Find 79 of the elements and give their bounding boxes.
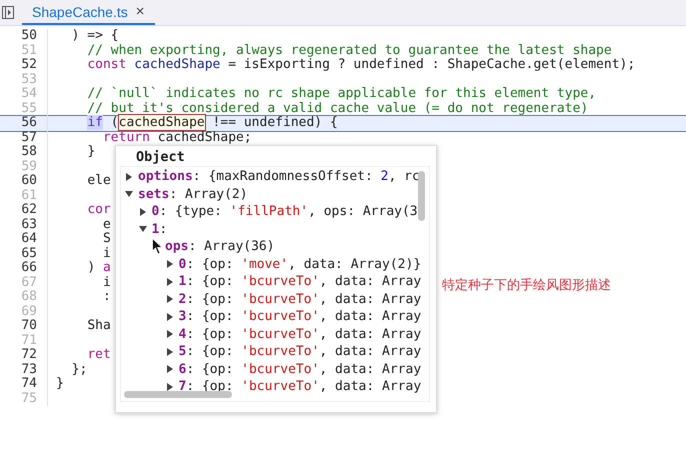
code-line: } [56, 376, 64, 391]
line-number: 52 [20, 58, 37, 72]
code-line: ret [86, 347, 111, 362]
property-entry[interactable]: 0: {op: 'move', data: Array(2)} [178, 256, 422, 272]
line-number: 53 [20, 72, 37, 87]
code-line: cor [86, 202, 111, 217]
property-entry[interactable]: sets: Array(2) [138, 186, 248, 202]
line-number: 62 [20, 203, 37, 218]
code-line: return cachedShape; [102, 130, 252, 144]
popup-title: Object [135, 148, 186, 166]
collapsed-triangle-icon[interactable] [166, 295, 174, 304]
collapsed-triangle-icon[interactable] [125, 172, 133, 181]
code-line: } [86, 144, 96, 159]
line-number: 74 [20, 377, 37, 392]
code-line: S [102, 231, 111, 246]
code-line: ) => { [70, 28, 119, 43]
line-number: 67 [20, 276, 37, 290]
close-icon[interactable]: × [136, 3, 144, 20]
line-number: 63 [20, 218, 37, 232]
collapsed-triangle-icon[interactable] [166, 365, 174, 374]
code-line: // `null` indicates no rc shape applicable for this element type, [86, 86, 596, 101]
property-entry[interactable]: ops: Array(36) [165, 239, 275, 254]
line-number: 71 [20, 334, 37, 348]
line-number: 58 [20, 145, 37, 160]
scrollbar-thumb[interactable] [418, 171, 425, 221]
line-number: 68 [20, 290, 37, 304]
line-number: 66 [20, 261, 37, 276]
file-tab[interactable]: ShapeCache.ts × [22, 0, 154, 25]
collapsed-triangle-icon[interactable] [166, 260, 174, 268]
line-number: 51 [20, 44, 37, 58]
code-line: : [102, 289, 111, 304]
code-line: if (cachedShape !== undefined) { [86, 115, 338, 130]
property-entry[interactable]: 2: {op: 'bcurveTo', data: Array [178, 292, 422, 307]
line-number: 57 [20, 130, 37, 145]
property-entry[interactable]: 5: {op: 'bcurveTo', data: Array [178, 344, 422, 360]
line-number: 73 [20, 362, 37, 377]
code-line: ) a [86, 260, 111, 275]
line-number: 61 [20, 188, 37, 203]
collapsed-triangle-icon[interactable] [166, 278, 174, 286]
line-number: 59 [20, 160, 37, 174]
annotation-text: 特定种子下的手绘风图形描述 [442, 277, 611, 294]
property-entry[interactable]: 4: {op: 'bcurveTo', data: Array [178, 326, 422, 342]
line-number: 75 [20, 392, 37, 406]
expanded-triangle-icon[interactable] [125, 190, 133, 198]
property-entry[interactable]: 1: [152, 222, 168, 237]
code-line: // but it's considered a valid cache value (= do not regenerate) [86, 100, 588, 116]
code-line: Sha [86, 318, 111, 333]
code-line: e [102, 216, 111, 232]
code-line: i [102, 246, 111, 260]
mouse-pointer-icon [152, 238, 163, 255]
line-number: 54 [20, 87, 37, 102]
collapsed-triangle-icon[interactable] [138, 208, 146, 216]
property-entry[interactable]: options: {maxRandomnessOffset: 2, rc [138, 169, 420, 184]
collapsed-triangle-icon[interactable] [166, 330, 174, 338]
code-line: i [102, 274, 111, 290]
line-number: 56 [20, 116, 37, 130]
line-number: 70 [20, 319, 37, 334]
line-number: 55 [20, 102, 37, 116]
line-number: 64 [20, 232, 37, 246]
property-entry[interactable]: 0: {type: 'fillPath', ops: Array(3 [152, 204, 418, 220]
collapsed-triangle-icon[interactable] [166, 312, 174, 321]
collapsed-triangle-icon[interactable] [166, 348, 174, 356]
sidebar-toggle-icon[interactable] [2, 6, 14, 19]
code-line: // when exporting, always regenerated to guarantee the latest shape [86, 42, 612, 58]
tab-title: ShapeCache.ts [32, 4, 128, 20]
property-entry[interactable]: 6: {op: 'bcurveTo', data: Array [178, 362, 422, 377]
code-line: const cachedShape = isExporting ? undefined : ShapeCache.get(element); [86, 57, 636, 72]
property-entry[interactable]: 1: {op: 'bcurveTo', data: Array [178, 274, 422, 290]
code-line: ele [86, 173, 111, 188]
code-line: }; [70, 362, 88, 376]
property-entry[interactable]: 3: {op: 'bcurveTo', data: Array [178, 309, 422, 324]
expanded-triangle-icon[interactable] [138, 225, 146, 234]
collapsed-triangle-icon[interactable] [166, 382, 174, 391]
line-number: 65 [20, 246, 37, 261]
line-number: 69 [20, 304, 37, 319]
line-number: 60 [20, 174, 37, 188]
line-number: 50 [20, 29, 37, 44]
line-number: 72 [20, 348, 37, 362]
scrollbar-thumb[interactable] [124, 391, 232, 398]
